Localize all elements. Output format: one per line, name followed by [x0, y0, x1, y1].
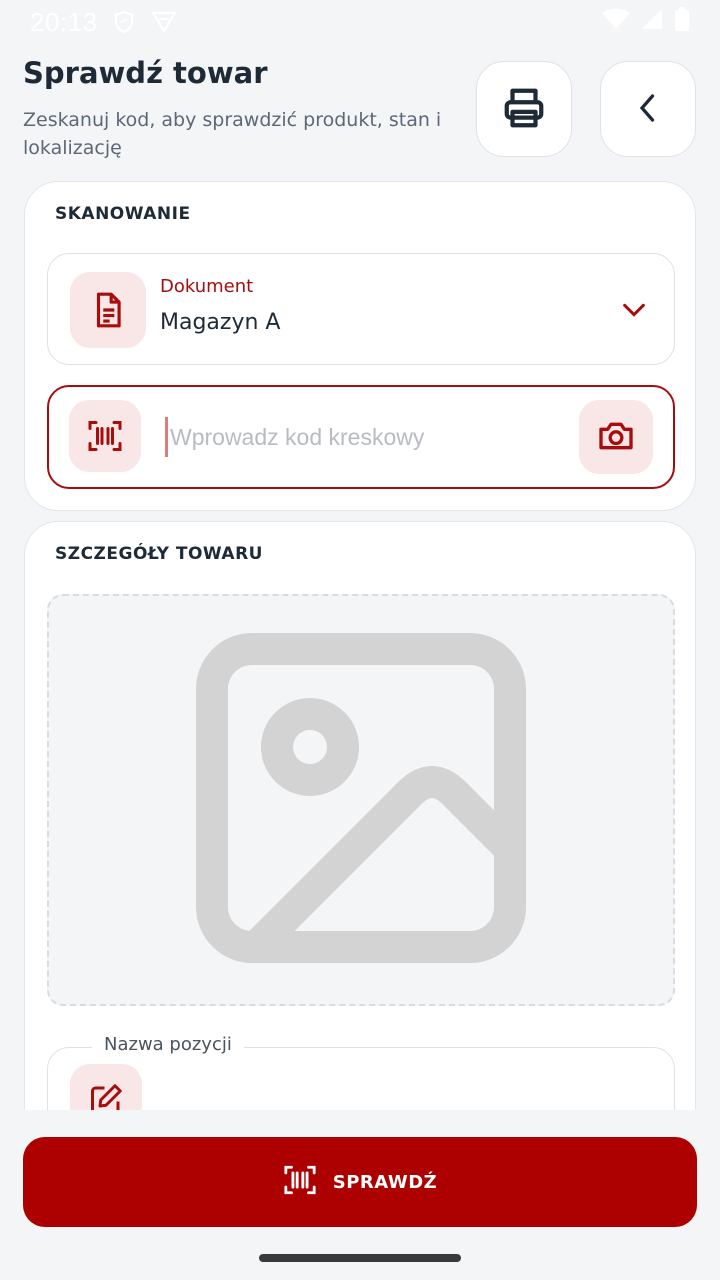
back-button[interactable] [600, 61, 696, 157]
printer-icon [501, 85, 547, 134]
chevron-left-icon [630, 90, 666, 129]
document-select[interactable]: Dokument Magazyn A [47, 253, 675, 365]
status-bar: 20:13 [0, 0, 720, 44]
vpn-icon [150, 10, 178, 34]
scanning-card: SKANOWANIE Dokument Magazyn A [24, 181, 696, 511]
wifi-icon [602, 7, 630, 37]
barcode-field [47, 385, 675, 489]
page-title: Sprawdź towar [23, 56, 268, 90]
scanning-section-title: SKANOWANIE [55, 204, 191, 224]
barcode-input[interactable] [165, 417, 565, 457]
product-details-card: SZCZEGÓŁY TOWARU Nazwa pozycji [24, 521, 696, 1161]
print-button[interactable] [476, 61, 572, 157]
camera-button[interactable] [579, 400, 653, 474]
document-label: Dokument [160, 276, 254, 297]
camera-icon [596, 416, 636, 459]
home-indicator[interactable] [259, 1254, 461, 1262]
status-time: 20:13 [30, 6, 98, 37]
battery-icon [674, 6, 690, 38]
product-image-placeholder [47, 594, 675, 1006]
chevron-down-icon[interactable] [620, 296, 648, 328]
document-icon [70, 272, 146, 348]
image-placeholder-icon [196, 633, 526, 967]
page-subtitle: Zeskanuj kod, aby sprawdzić produkt, sta… [23, 109, 442, 159]
details-section-title: SZCZEGÓŁY TOWARU [55, 544, 263, 564]
check-button-label: SPRAWDŹ [332, 1171, 438, 1193]
shield-icon [112, 10, 136, 34]
item-name-label: Nazwa pozycji [92, 1034, 244, 1055]
signal-icon [640, 7, 664, 37]
barcode-scan-icon [283, 1163, 317, 1202]
check-button[interactable]: SPRAWDŹ [23, 1137, 697, 1227]
barcode-scan-icon [69, 400, 141, 472]
document-value: Magazyn A [160, 310, 281, 335]
